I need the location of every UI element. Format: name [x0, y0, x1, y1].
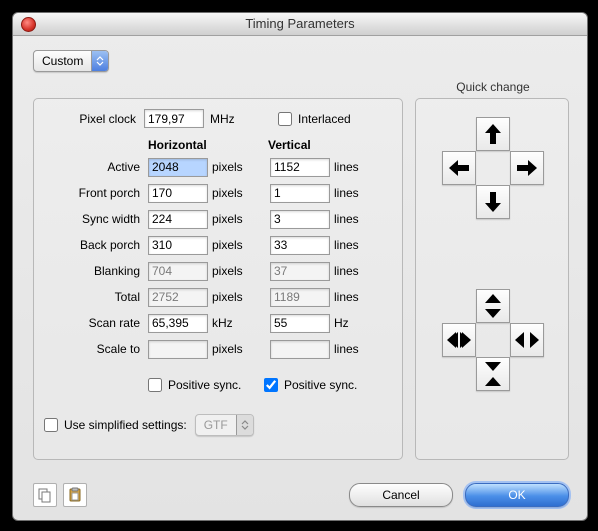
- scan-rate-label: Scan rate: [44, 316, 148, 330]
- active-label: Active: [44, 160, 148, 174]
- v-sync-width-unit: lines: [328, 212, 392, 226]
- copy-button[interactable]: [33, 483, 57, 507]
- v-sync-width-input[interactable]: [270, 210, 330, 229]
- vertical-header: Vertical: [268, 138, 311, 152]
- shrink-vertical-icon: [483, 362, 503, 386]
- h-blanking-input: [148, 262, 208, 281]
- v-scale-to-input: [270, 340, 330, 359]
- shrink-horizontal-icon: [447, 330, 471, 350]
- interlaced-checkbox[interactable]: Interlaced: [278, 112, 351, 126]
- move-down-button[interactable]: [476, 185, 510, 219]
- v-active-input[interactable]: [270, 158, 330, 177]
- h-back-porch-unit: pixels: [206, 238, 270, 252]
- h-back-porch-input[interactable]: [148, 236, 208, 255]
- v-scale-to-unit: lines: [328, 342, 392, 356]
- h-active-unit: pixels: [206, 160, 270, 174]
- simplified-checkbox[interactable]: Use simplified settings:: [44, 418, 187, 432]
- h-front-porch-input[interactable]: [148, 184, 208, 203]
- h-active-input[interactable]: [148, 158, 208, 177]
- scale-to-label: Scale to: [44, 342, 148, 356]
- arrow-left-icon: [448, 158, 470, 178]
- popup-arrows-icon: [91, 51, 108, 71]
- v-blanking-input: [270, 262, 330, 281]
- h-front-porch-unit: pixels: [206, 186, 270, 200]
- paste-button[interactable]: [63, 483, 87, 507]
- timing-groupbox: Pixel clock MHz Interlaced Horizontal Ve…: [33, 98, 403, 460]
- pixel-clock-input[interactable]: [144, 109, 204, 128]
- h-scale-to-input: [148, 340, 208, 359]
- arrow-down-icon: [483, 191, 503, 213]
- v-positive-sync-checkbox[interactable]: Positive sync.: [264, 378, 357, 392]
- cancel-button[interactable]: Cancel: [349, 483, 453, 507]
- ok-label: OK: [508, 488, 525, 502]
- titlebar: Timing Parameters: [13, 13, 587, 36]
- simplified-label: Use simplified settings:: [64, 418, 187, 432]
- close-icon[interactable]: [21, 17, 36, 32]
- width-increase-button[interactable]: [510, 323, 544, 357]
- pixel-clock-unit: MHz: [204, 112, 258, 126]
- h-positive-sync-checkbox[interactable]: Positive sync.: [148, 378, 264, 392]
- sync-width-label: Sync width: [44, 212, 148, 226]
- v-total-input: [270, 288, 330, 307]
- h-positive-sync-label: Positive sync.: [168, 378, 241, 392]
- back-porch-label: Back porch: [44, 238, 148, 252]
- arrow-up-icon: [483, 123, 503, 145]
- arrow-right-icon: [516, 158, 538, 178]
- h-total-unit: pixels: [206, 290, 270, 304]
- expand-vertical-icon: [483, 294, 503, 318]
- total-label: Total: [44, 290, 148, 304]
- h-scan-rate-unit: kHz: [206, 316, 270, 330]
- move-up-button[interactable]: [476, 117, 510, 151]
- h-sync-width-input[interactable]: [148, 210, 208, 229]
- simplified-option: GTF: [204, 418, 228, 432]
- simplified-popup: GTF: [195, 414, 254, 436]
- interlaced-input[interactable]: [278, 112, 292, 126]
- v-front-porch-unit: lines: [328, 186, 392, 200]
- preset-popup[interactable]: Custom: [33, 50, 109, 72]
- v-blanking-unit: lines: [328, 264, 392, 278]
- pixel-clock-label: Pixel clock: [44, 112, 144, 126]
- v-back-porch-unit: lines: [328, 238, 392, 252]
- h-sync-width-unit: pixels: [206, 212, 270, 226]
- v-total-unit: lines: [328, 290, 392, 304]
- h-scan-rate-input[interactable]: [148, 314, 208, 333]
- quick-change-label: Quick change: [417, 80, 569, 94]
- blanking-label: Blanking: [44, 264, 148, 278]
- width-decrease-button[interactable]: [442, 323, 476, 357]
- expand-horizontal-icon: [515, 330, 539, 350]
- interlaced-label: Interlaced: [298, 112, 351, 126]
- simplified-input[interactable]: [44, 418, 58, 432]
- quick-change-groupbox: [415, 98, 569, 460]
- h-blanking-unit: pixels: [206, 264, 270, 278]
- cancel-label: Cancel: [382, 488, 419, 502]
- front-porch-label: Front porch: [44, 186, 148, 200]
- move-left-button[interactable]: [442, 151, 476, 185]
- horizontal-header: Horizontal: [148, 138, 268, 152]
- v-positive-sync-label: Positive sync.: [284, 378, 357, 392]
- v-scan-rate-unit: Hz: [328, 316, 392, 330]
- v-active-unit: lines: [328, 160, 392, 174]
- move-right-button[interactable]: [510, 151, 544, 185]
- copy-icon: [37, 487, 53, 503]
- v-positive-sync-input[interactable]: [264, 378, 278, 392]
- h-total-input: [148, 288, 208, 307]
- paste-icon: [67, 487, 83, 503]
- timing-parameters-dialog: Timing Parameters Custom Quick change Pi…: [12, 12, 588, 521]
- window-title: Timing Parameters: [245, 16, 354, 31]
- h-positive-sync-input[interactable]: [148, 378, 162, 392]
- v-back-porch-input[interactable]: [270, 236, 330, 255]
- ok-button[interactable]: OK: [465, 483, 569, 507]
- v-front-porch-input[interactable]: [270, 184, 330, 203]
- height-increase-button[interactable]: [476, 289, 510, 323]
- height-decrease-button[interactable]: [476, 357, 510, 391]
- h-scale-to-unit: pixels: [206, 342, 270, 356]
- v-scan-rate-input[interactable]: [270, 314, 330, 333]
- preset-label: Custom: [42, 54, 83, 68]
- popup-arrows-icon: [236, 415, 253, 435]
